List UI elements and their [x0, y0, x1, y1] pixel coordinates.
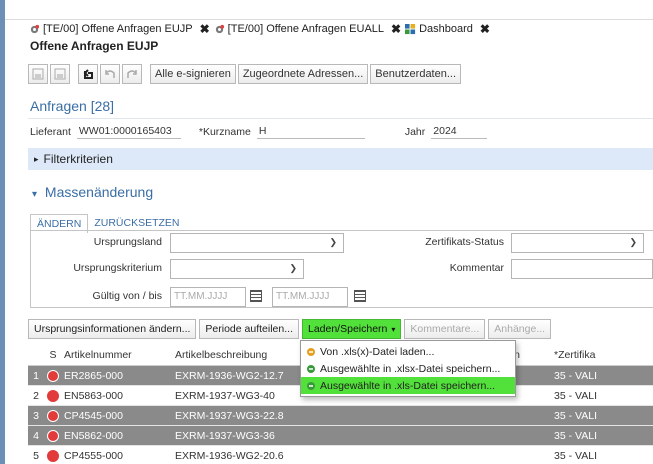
menu-item-load-xls[interactable]: Von .xls(x)-Datei laden... — [301, 343, 515, 360]
menu-item-label: Von .xls(x)-Datei laden... — [320, 345, 435, 358]
status-dot — [47, 409, 59, 422]
status-dot — [47, 429, 59, 442]
supplier-value: WW01:0000165403 — [76, 124, 181, 139]
load-save-label: Laden/Speichern — [307, 323, 388, 335]
col-status[interactable]: S — [44, 349, 62, 361]
col-article[interactable]: Artikelnummer — [62, 349, 172, 361]
col-certificate[interactable]: *Zertifika — [544, 349, 624, 361]
year-value: 2024 — [431, 124, 488, 139]
redo-icon[interactable] — [122, 64, 142, 84]
sign-all-button[interactable]: Alle e-signieren — [150, 64, 236, 84]
filter-label: Filterkriterien — [43, 152, 113, 166]
origin-country-select[interactable]: ❯ — [170, 233, 344, 253]
chevron-down-icon: ❯ — [629, 237, 637, 247]
menu-item-label: Ausgewählte in .xls-Datei speichern... — [320, 379, 496, 392]
chevron-down-icon: ❯ — [329, 237, 337, 247]
cert-status-label: Zertifikats-Status — [425, 236, 504, 248]
addresses-button[interactable]: Zugeordnete Adressen... — [237, 64, 369, 84]
cert-status-select[interactable]: ❯ — [511, 233, 644, 253]
load-save-menu: Von .xls(x)-Datei laden... Ausgewählte i… — [300, 340, 516, 397]
gear-icon — [30, 24, 40, 33]
gear-icon — [215, 24, 224, 33]
save-icon[interactable] — [28, 64, 48, 84]
table-row[interactable]: 5 CP4555-000 EXRM-1936-WG2-20.6 35 - VAL… — [28, 446, 653, 464]
toolbar-separator — [144, 64, 148, 84]
menu-item-save-xlsx[interactable]: Ausgewählte in .xlsx-Datei speichern... — [301, 360, 515, 377]
dashboard-icon — [405, 23, 416, 34]
close-icon[interactable]: ✖ — [391, 22, 401, 36]
mass-change-label: Massenänderung — [44, 184, 154, 200]
mass-change-title[interactable]: ▾ Massenänderung — [32, 184, 153, 200]
menu-item-label: Ausgewählte in .xlsx-Datei speichern... — [320, 362, 501, 375]
split-period-button[interactable]: Periode aufteilen... — [199, 319, 299, 339]
tab-dashboard[interactable]: Dashboard ✖ — [405, 22, 490, 36]
action-bar: Ursprungsinformationen ändern... Periode… — [28, 319, 552, 339]
close-icon[interactable]: ✖ — [200, 22, 210, 36]
save-as-icon[interactable] — [50, 64, 70, 84]
calendar-icon[interactable] — [354, 290, 366, 302]
origin-criterion-label: Ursprungskriterium — [73, 262, 162, 274]
tab-label: Dashboard — [419, 23, 473, 35]
filter-criteria-bar[interactable]: ▸ Filterkriterien — [28, 148, 653, 170]
chevron-right-icon: ▸ — [34, 153, 39, 164]
shortname-value: H — [256, 124, 365, 139]
col-description[interactable]: Artikelbeschreibung — [172, 349, 296, 361]
page-title: Offene Anfragen EUJP — [30, 39, 159, 53]
valid-to-input[interactable]: TT.MM.JJJJ — [272, 287, 348, 307]
comment-input[interactable] — [511, 259, 653, 279]
origin-country-label: Ursprungsland — [93, 236, 162, 248]
toolbar: Alle e-signieren Zugeordnete Adressen...… — [28, 64, 462, 84]
tab-eujp[interactable]: [TE/00] Offene Anfragen EUJP ✖ — [29, 22, 210, 36]
chevron-down-icon: ▾ — [32, 189, 38, 200]
shortname-label: *Kurzname — [198, 125, 251, 138]
undo-icon[interactable] — [100, 64, 120, 84]
table-row[interactable]: 3 CP4545-000 EXRM-1937-WG3-22.8 35 - VAL… — [28, 406, 653, 426]
user-data-button[interactable]: Benutzerdaten... — [370, 64, 462, 84]
export-icon — [307, 364, 315, 373]
top-strip — [5, 0, 653, 20]
close-icon[interactable]: ✖ — [480, 22, 490, 36]
chevron-down-icon: ❯ — [289, 263, 297, 273]
section-title: Anfragen [28] — [30, 98, 115, 114]
toolbar-separator — [72, 64, 76, 84]
origin-info-button[interactable]: Ursprungsinformationen ändern... — [28, 319, 197, 339]
comment-label: Kommentar — [449, 262, 504, 274]
left-edge-bar — [0, 0, 5, 464]
origin-criterion-select[interactable]: ❯ — [170, 259, 304, 279]
attachments-button[interactable]: Anhänge... — [488, 319, 552, 339]
year-label: Jahr — [404, 125, 426, 138]
tab-label: [TE/00] Offene Anfragen EUJP — [43, 23, 193, 35]
comments-button[interactable]: Kommentare... — [404, 319, 486, 339]
tab-bar: [TE/00] Offene Anfragen EUJP ✖ [TE/00] O… — [5, 20, 653, 38]
status-dot — [47, 369, 59, 382]
import-icon — [307, 347, 315, 356]
status-dot — [47, 389, 59, 402]
divider — [28, 118, 653, 119]
export-icon — [307, 381, 315, 390]
menu-item-save-xls[interactable]: Ausgewählte in .xls-Datei speichern... — [301, 377, 515, 394]
supplier-label: Lieferant — [30, 125, 71, 138]
caret-down-icon: ▾ — [391, 324, 396, 334]
reload-icon[interactable] — [78, 64, 98, 84]
supplier-row: Lieferant WW01:0000165403 *Kurzname H Ja… — [30, 124, 488, 139]
table-row[interactable]: 4 EN5862-000 EXRM-1937-WG3-36 35 - VALI — [28, 426, 653, 446]
calendar-icon[interactable] — [250, 290, 262, 302]
tab-euall[interactable]: [TE/00] Offene Anfragen EUALL ✖ — [214, 22, 401, 36]
load-save-button[interactable]: Laden/Speichern ▾ — [301, 319, 402, 339]
status-dot — [47, 449, 59, 462]
valid-from-to-label: Gültig von / bis — [92, 290, 162, 302]
valid-from-input[interactable]: TT.MM.JJJJ — [170, 287, 246, 307]
tab-label: [TE/00] Offene Anfragen EUALL — [227, 23, 385, 35]
